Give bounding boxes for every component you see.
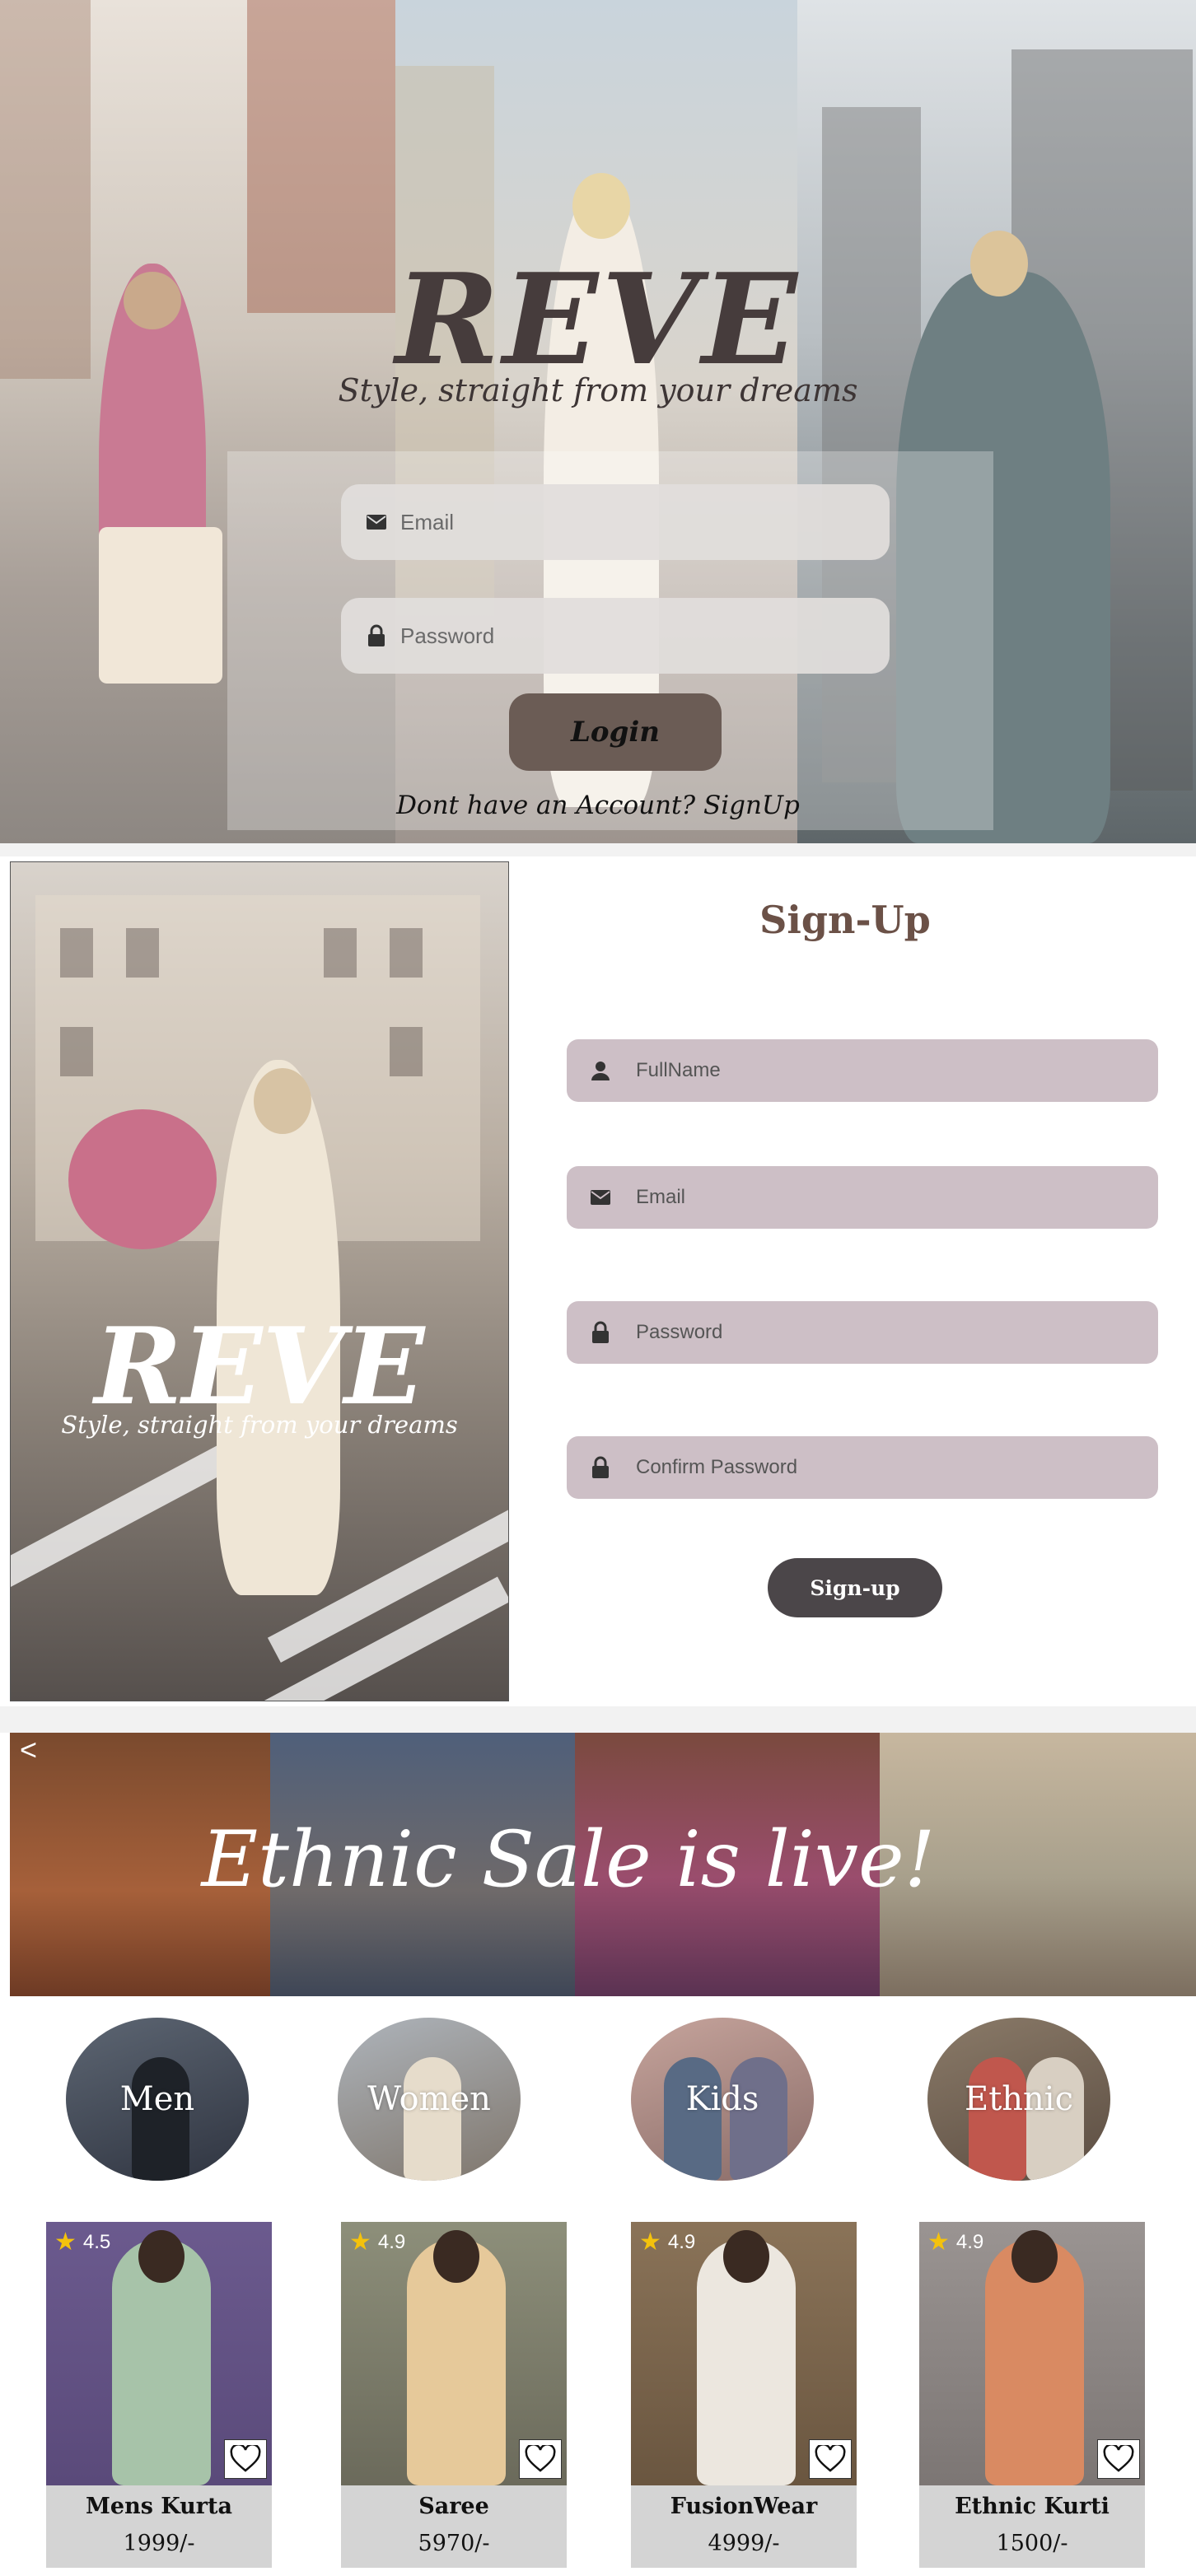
category-men[interactable]: Men (66, 2018, 249, 2181)
product-rating: ★ 4.9 (349, 2230, 405, 2255)
category-women[interactable]: Women (338, 2018, 521, 2181)
product-price: 5970/- (418, 2531, 490, 2556)
category-label: Men (119, 2080, 195, 2118)
rating-value: 4.5 (82, 2231, 111, 2253)
fullname-placeholder: FullName (636, 1059, 721, 1081)
login-button[interactable]: Login (509, 693, 722, 771)
heart-icon[interactable] (1097, 2439, 1140, 2479)
product-rating: ★ 4.9 (639, 2230, 695, 2255)
login-email-placeholder: Email (400, 509, 455, 534)
lock-icon (588, 1320, 613, 1345)
product-price: 4999/- (708, 2531, 780, 2556)
rating-value: 4.9 (955, 2231, 984, 2253)
signup-email-field[interactable]: Email (567, 1166, 1158, 1229)
category-label: Ethnic (965, 2080, 1073, 2118)
category-kids[interactable]: Kids (631, 2018, 814, 2181)
lock-icon (588, 1455, 613, 1480)
heart-icon[interactable] (224, 2439, 267, 2479)
product-card[interactable]: ★ 4.5 Mens Kurta 1999/- (46, 2222, 272, 2568)
signup-link[interactable]: Dont have an Account? SignUp (0, 791, 1196, 820)
star-icon: ★ (927, 2228, 950, 2256)
rating-value: 4.9 (667, 2231, 696, 2253)
star-icon: ★ (639, 2228, 661, 2256)
product-image: ★ 4.9 (341, 2222, 567, 2485)
star-icon: ★ (54, 2228, 77, 2256)
mail-icon (588, 1185, 613, 1210)
confirm-password-placeholder: Confirm Password (636, 1456, 798, 1478)
product-image: ★ 4.5 (46, 2222, 272, 2485)
category-label: Women (367, 2080, 491, 2118)
heart-icon[interactable] (519, 2439, 562, 2479)
product-image: ★ 4.9 (919, 2222, 1145, 2485)
banner-headline: Ethnic Sale is live! (201, 1815, 936, 1905)
product-name: FusionWear (670, 2494, 818, 2519)
signup-title: Sign-Up (759, 898, 931, 942)
product-price: 1999/- (123, 2531, 195, 2556)
hero-logo: REVE (395, 245, 801, 393)
product-name: Saree (418, 2494, 489, 2519)
lock-icon (364, 623, 389, 648)
product-card[interactable]: ★ 4.9 FusionWear 4999/- (631, 2222, 857, 2568)
hero-tagline: Style, straight from your dreams (338, 372, 858, 408)
category-ethnic[interactable]: Ethnic (927, 2018, 1110, 2181)
signup-photo: REVE Style, straight from your dreams (10, 861, 509, 1701)
signup-button[interactable]: Sign-up (768, 1558, 942, 1617)
login-password-placeholder: Password (400, 623, 495, 648)
fullname-field[interactable]: FullName (567, 1039, 1158, 1102)
product-info: Ethnic Kurti 1500/- (919, 2485, 1145, 2568)
product-card[interactable]: ★ 4.9 Saree 5970/- (341, 2222, 567, 2568)
product-card[interactable]: ★ 4.9 Ethnic Kurti 1500/- (919, 2222, 1145, 2568)
category-label: Kids (685, 2080, 759, 2118)
rating-value: 4.9 (377, 2231, 406, 2253)
login-email-field[interactable]: Email (341, 484, 890, 560)
product-price: 1500/- (996, 2531, 1068, 2556)
user-icon (588, 1058, 613, 1083)
chevron-left-icon[interactable]: < (20, 1733, 44, 1766)
product-rating: ★ 4.9 (927, 2230, 983, 2255)
star-icon: ★ (349, 2228, 371, 2256)
product-image: ★ 4.9 (631, 2222, 857, 2485)
login-password-field[interactable]: Password (341, 598, 890, 674)
product-rating: ★ 4.5 (54, 2230, 110, 2255)
product-name: Ethnic Kurti (955, 2494, 1110, 2519)
confirm-password-field[interactable]: Confirm Password (567, 1436, 1158, 1499)
signup-password-placeholder: Password (636, 1321, 723, 1343)
product-name: Mens Kurta (86, 2494, 232, 2519)
product-info: FusionWear 4999/- (631, 2485, 857, 2568)
mail-icon (364, 510, 389, 534)
product-info: Saree 5970/- (341, 2485, 567, 2568)
heart-icon[interactable] (809, 2439, 852, 2479)
product-info: Mens Kurta 1999/- (46, 2485, 272, 2568)
signup-tagline: Style, straight from your dreams (61, 1411, 458, 1439)
signup-password-field[interactable]: Password (567, 1301, 1158, 1364)
signup-email-placeholder: Email (636, 1186, 686, 1208)
